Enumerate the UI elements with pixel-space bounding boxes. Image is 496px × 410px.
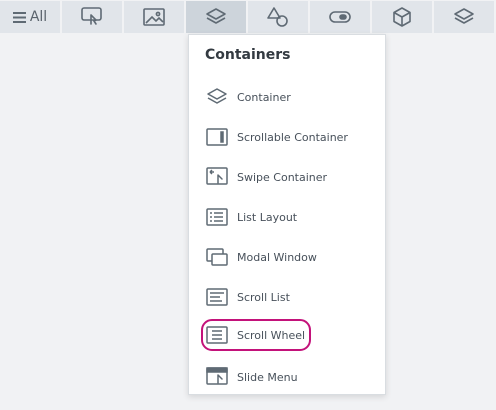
menu-item-label: Swipe Container	[237, 170, 328, 184]
controls-category-button[interactable]	[310, 1, 370, 33]
list-layout-icon	[205, 207, 229, 227]
layers-icon	[453, 7, 475, 27]
modal-window-icon	[205, 247, 229, 267]
menu-item-label: Container	[237, 90, 291, 104]
layers-icon	[205, 7, 227, 27]
menu-item-slide-menu[interactable]: Slide Menu	[201, 361, 377, 393]
media-category-button[interactable]	[124, 1, 184, 33]
shapes-icon	[266, 6, 290, 28]
containers-menu: Containers Container Scrollable Containe…	[188, 34, 386, 395]
image-icon	[143, 8, 165, 26]
layers-category-button[interactable]	[434, 1, 494, 33]
toggle-icon	[328, 9, 352, 25]
containers-category-button[interactable]	[186, 1, 246, 33]
menu-item-label: Slide Menu	[237, 370, 298, 384]
scroll-wheel-icon	[205, 325, 229, 345]
menu-item-modal-window[interactable]: Modal Window	[201, 241, 377, 273]
menu-item-scroll-wheel[interactable]: Scroll Wheel	[201, 319, 311, 351]
menu-item-list-layout[interactable]: List Layout	[201, 201, 377, 233]
3d-category-button[interactable]	[372, 1, 432, 33]
menu-item-label: Scroll List	[237, 290, 290, 304]
layers-icon	[205, 87, 229, 107]
touch-screen-icon	[80, 6, 104, 28]
scrollable-container-icon	[205, 127, 229, 147]
menu-item-swipe-container[interactable]: Swipe Container	[201, 161, 377, 193]
all-label: All	[29, 9, 48, 25]
menu-item-label: Modal Window	[237, 250, 317, 264]
menu-item-label: List Layout	[237, 210, 298, 224]
menu-item-scroll-list[interactable]: Scroll List	[201, 281, 377, 313]
menu-item-scrollable-container[interactable]: Scrollable Container	[201, 121, 377, 153]
menu-item-label: Scrollable Container	[237, 130, 348, 144]
all-components-button[interactable]: All	[0, 1, 60, 33]
slide-menu-icon	[205, 367, 229, 387]
menu-title: Containers	[205, 47, 291, 63]
touch-category-button[interactable]	[62, 1, 122, 33]
hamburger-icon	[12, 11, 26, 23]
menu-item-container[interactable]: Container	[201, 81, 377, 113]
scroll-list-icon	[205, 287, 229, 307]
swipe-container-icon	[205, 167, 229, 187]
shapes-category-button[interactable]	[248, 1, 308, 33]
cube-icon	[391, 6, 413, 28]
component-toolbar: All	[0, 0, 496, 34]
menu-item-label: Scroll Wheel	[237, 328, 306, 342]
